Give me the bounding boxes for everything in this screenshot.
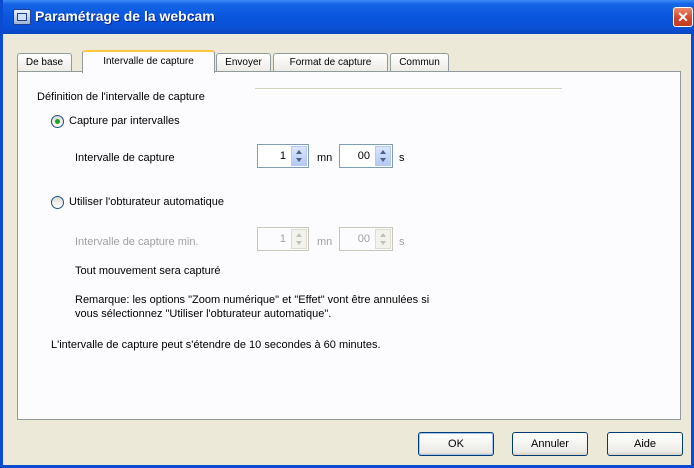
remark-line-2: vous sélectionnez "Utiliser l'obturateur… — [75, 308, 332, 320]
close-icon: ✕ — [677, 9, 689, 25]
close-button[interactable]: ✕ — [673, 7, 693, 27]
window-title: Paramétrage de la webcam — [35, 8, 215, 24]
min-interval-seconds-spinner[interactable]: 00 — [339, 227, 393, 251]
range-note: L'intervalle de capture peut s'étendre d… — [51, 339, 381, 351]
interval-seconds-spinner[interactable]: 00 — [339, 144, 393, 168]
tab-commun[interactable]: Commun — [390, 53, 449, 71]
tab-intervalle-de-capture[interactable]: Intervalle de capture — [82, 50, 215, 73]
settings-dialog: Paramétrage de la webcam ✕ De base Inter… — [0, 0, 694, 468]
auto-shutter-radio[interactable] — [51, 196, 64, 209]
movement-note: Tout mouvement sera capturé — [75, 265, 221, 277]
min-interval-minutes-unit: mn — [317, 236, 333, 248]
group-divider — [255, 88, 562, 90]
interval-label: Intervalle de capture — [75, 152, 175, 164]
min-interval-seconds-value[interactable]: 00 — [358, 233, 370, 245]
help-button[interactable]: Aide — [607, 432, 683, 456]
min-interval-minutes-value[interactable]: 1 — [280, 233, 286, 245]
auto-shutter-label[interactable]: Utiliser l'obturateur automatique — [69, 196, 224, 208]
interval-minutes-value[interactable]: 1 — [280, 150, 286, 162]
spinner-arrows-icon[interactable] — [375, 229, 391, 249]
spinner-arrows-icon[interactable] — [291, 146, 307, 166]
tab-de-base[interactable]: De base — [17, 53, 72, 71]
ok-button[interactable]: OK — [418, 432, 494, 456]
capture-interval-label[interactable]: Capture par intervalles — [69, 115, 180, 127]
min-interval-seconds-unit: s — [399, 236, 405, 248]
remark-line-1: Remarque: les options "Zoom numérique" e… — [75, 294, 430, 306]
capture-interval-radio[interactable] — [51, 115, 64, 128]
tab-envoyer[interactable]: Envoyer — [216, 53, 271, 71]
webcam-app-icon — [13, 9, 31, 25]
interval-minutes-spinner[interactable]: 1 — [257, 144, 309, 168]
spinner-arrows-icon[interactable] — [291, 229, 307, 249]
min-interval-label: Intervalle de capture min. — [75, 236, 199, 248]
spinner-arrows-icon[interactable] — [375, 146, 391, 166]
cancel-button[interactable]: Annuler — [512, 432, 588, 456]
interval-minutes-unit: mn — [317, 152, 333, 164]
group-title: Définition de l'intervalle de capture — [37, 91, 205, 103]
min-interval-minutes-spinner[interactable]: 1 — [257, 227, 309, 251]
tab-format-de-capture[interactable]: Format de capture — [273, 53, 388, 71]
title-bar[interactable]: Paramétrage de la webcam ✕ — [3, 0, 694, 34]
interval-seconds-value[interactable]: 00 — [358, 150, 370, 162]
interval-seconds-unit: s — [399, 152, 405, 164]
